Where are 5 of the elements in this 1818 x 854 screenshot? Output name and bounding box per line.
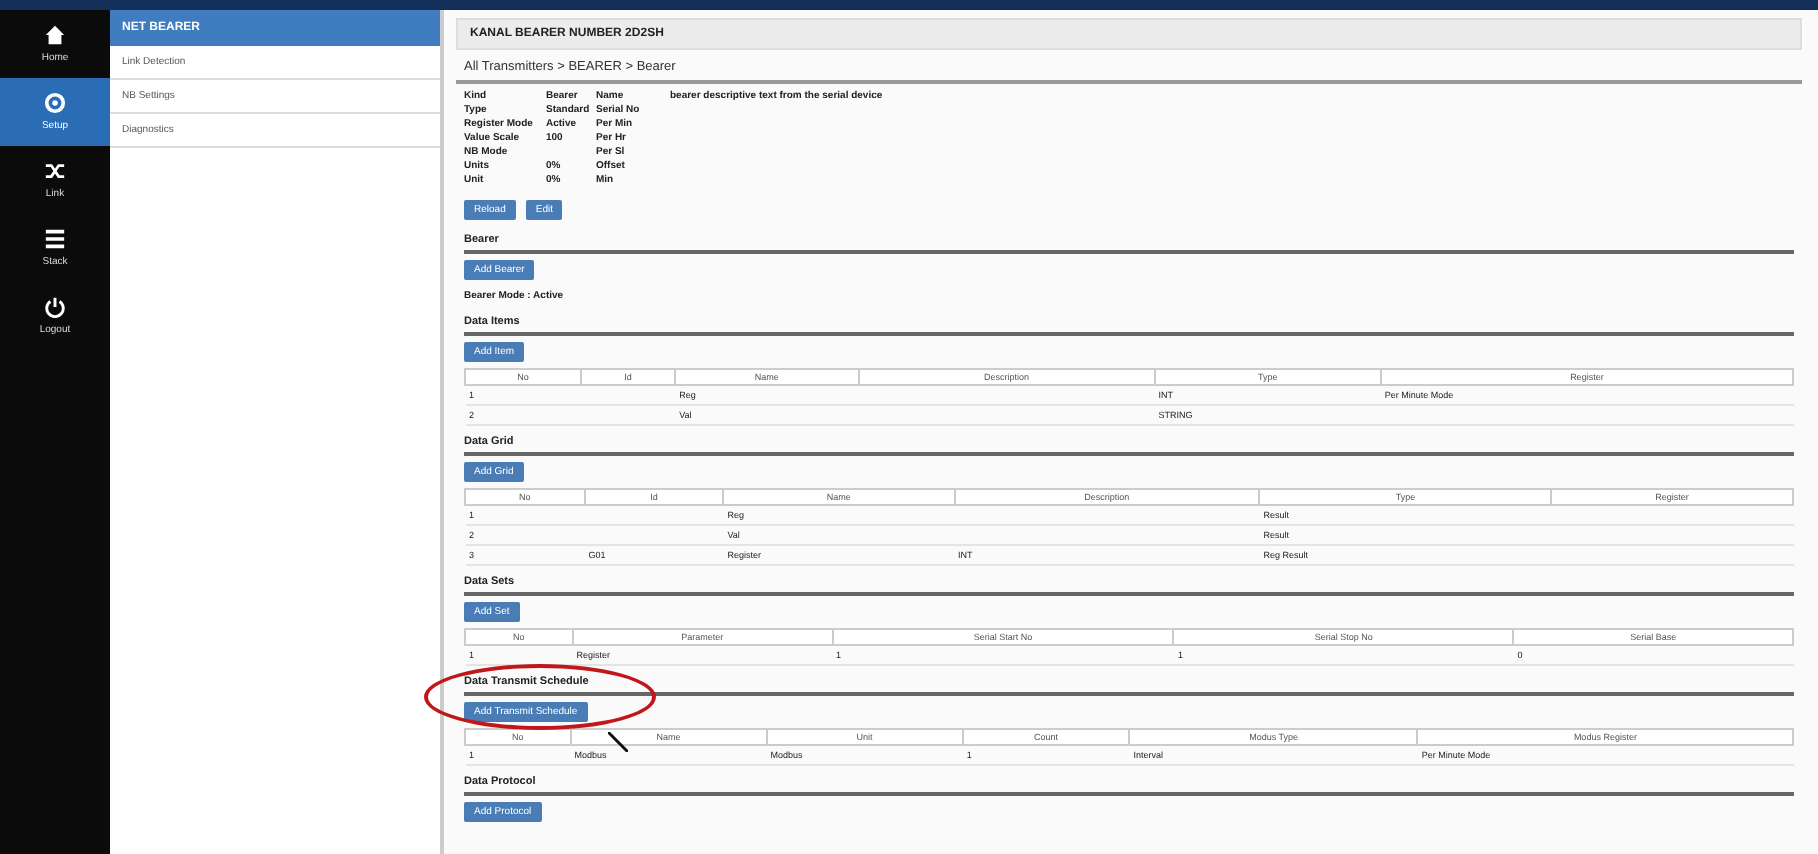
home-icon	[44, 24, 66, 46]
power-icon	[44, 296, 66, 318]
list-icon	[44, 228, 66, 250]
settings-icon	[44, 92, 66, 114]
shuffle-icon	[44, 160, 66, 182]
